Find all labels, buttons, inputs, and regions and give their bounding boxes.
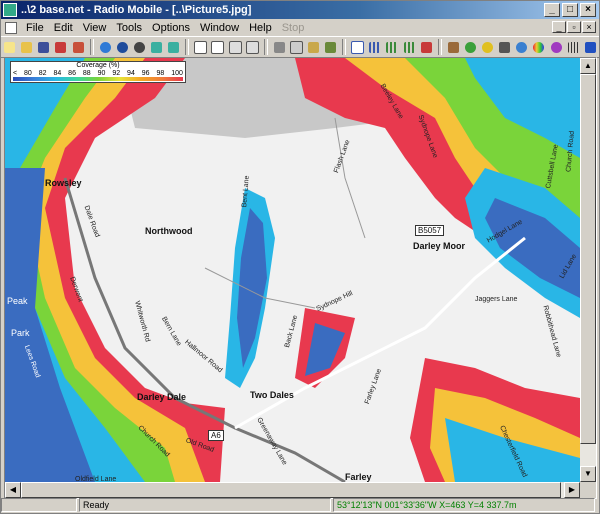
title-bar[interactable]: ..\2 base.net - Radio Mobile - [..\Pictu…: [1, 1, 599, 19]
close-button[interactable]: ×: [580, 3, 596, 17]
menu-options[interactable]: Options: [147, 22, 195, 34]
network-properties-icon[interactable]: [71, 39, 86, 55]
map-window-icon[interactable]: [350, 39, 365, 55]
unit-properties-icon[interactable]: [53, 39, 68, 55]
place-northwood: Northwood: [145, 226, 193, 236]
export-icon[interactable]: [245, 39, 260, 55]
menu-bar: File Edit View Tools Options Window Help…: [1, 19, 599, 36]
status-bar: Ready 53°12'13"N 001°33'36"W X=463 Y=4 3…: [1, 496, 599, 513]
maximize-button[interactable]: □: [562, 3, 578, 17]
tower-icon[interactable]: [497, 39, 512, 55]
status-coordinates: 53°12'13"N 001°33'36"W X=463 Y=4 337.7m: [333, 497, 595, 512]
road-a6-badge: A6: [208, 430, 224, 441]
vertical-scrollbar[interactable]: ▲ ▼: [580, 58, 596, 482]
antenna-icon[interactable]: [446, 39, 461, 55]
delete-icon[interactable]: [419, 39, 434, 55]
globe-icon[interactable]: [115, 39, 130, 55]
edit-map-icon[interactable]: [323, 39, 338, 55]
label-jaggers-lane: Jaggers Lane: [475, 296, 518, 303]
coverage-icon[interactable]: [480, 39, 495, 55]
map-view[interactable]: Coverage (%) < 80 82 84 86 88 90 92 94 9…: [4, 57, 597, 499]
place-rowsley: Rowsley: [45, 178, 82, 188]
place-darley-dale: Darley Dale: [137, 392, 187, 402]
align-left-icon[interactable]: [149, 39, 164, 55]
spectrum-icon[interactable]: [583, 39, 598, 55]
grid-icon[interactable]: [384, 39, 399, 55]
app-icon: [3, 3, 17, 17]
scroll-up-button[interactable]: ▲: [580, 58, 596, 74]
mdi-close-button[interactable]: ×: [582, 21, 596, 33]
menu-view[interactable]: View: [78, 22, 112, 34]
print-icon[interactable]: [272, 39, 287, 55]
status-text: Ready: [79, 497, 331, 512]
road-b5057-badge: B5057: [415, 225, 445, 236]
menu-file[interactable]: File: [21, 22, 49, 34]
coverage-legend: Coverage (%) < 80 82 84 86 88 90 92 94 9…: [10, 61, 186, 83]
menu-help[interactable]: Help: [244, 22, 277, 34]
vertical-scroll-thumb[interactable]: [580, 74, 596, 444]
disk-icon[interactable]: [132, 39, 147, 55]
legend-color-bar: [13, 77, 183, 81]
overlay-icon[interactable]: [210, 39, 225, 55]
document-icon[interactable]: [5, 21, 17, 34]
menu-tools[interactable]: Tools: [111, 22, 147, 34]
menu-edit[interactable]: Edit: [49, 22, 78, 34]
paste-icon[interactable]: [306, 39, 321, 55]
copy-icon[interactable]: [289, 39, 304, 55]
rainbow-icon[interactable]: [531, 39, 546, 55]
palette-icon[interactable]: [548, 39, 563, 55]
menu-stop: Stop: [281, 21, 305, 34]
app-window: ..\2 base.net - Radio Mobile - [..\Pictu…: [0, 0, 600, 514]
select-area-icon[interactable]: [367, 39, 382, 55]
new-icon[interactable]: [2, 39, 17, 55]
chart-icon[interactable]: [566, 39, 581, 55]
menu-window[interactable]: Window: [195, 22, 244, 34]
picture-icon[interactable]: [193, 39, 208, 55]
align-right-icon[interactable]: [166, 39, 181, 55]
world-icon[interactable]: [98, 39, 113, 55]
scroll-down-button[interactable]: ▼: [580, 466, 596, 482]
legend-ticks: < 80 82 84 86 88 90 92 94 96 98 100: [13, 70, 183, 77]
place-peak: Peak: [7, 296, 28, 306]
place-darley-moor: Darley Moor: [413, 241, 466, 251]
save-icon[interactable]: [36, 39, 51, 55]
window-title: ..\2 base.net - Radio Mobile - [..\Pictu…: [21, 4, 252, 16]
legend-title: Coverage (%): [76, 62, 120, 69]
mdi-minimize-button[interactable]: _: [552, 21, 566, 33]
toolbar: [1, 36, 599, 58]
place-farley: Farley: [345, 472, 372, 482]
dots-icon[interactable]: [401, 39, 416, 55]
place-two-dales: Two Dales: [250, 390, 294, 400]
coverage-map[interactable]: [5, 58, 580, 482]
minimize-button[interactable]: _: [544, 3, 560, 17]
open-icon[interactable]: [19, 39, 34, 55]
merge-icon[interactable]: [227, 39, 242, 55]
mdi-restore-button[interactable]: ▫: [567, 21, 581, 33]
place-park: Park: [11, 328, 30, 338]
target-icon[interactable]: [514, 39, 529, 55]
radio-link-icon[interactable]: [463, 39, 478, 55]
